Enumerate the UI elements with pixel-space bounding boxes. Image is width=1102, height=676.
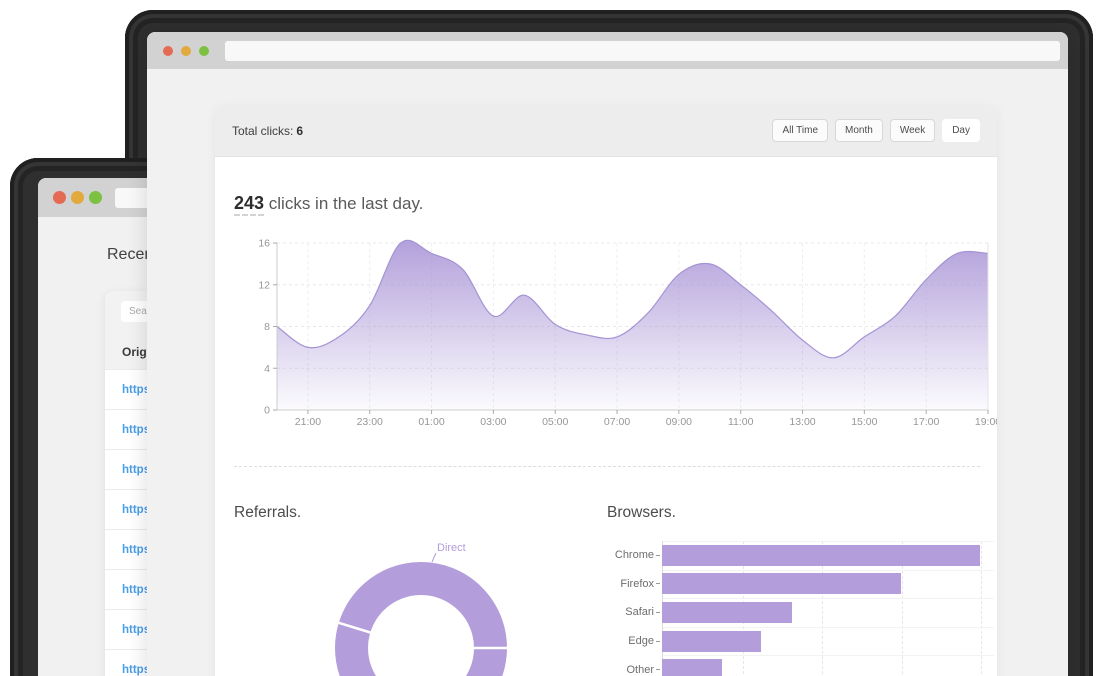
y-tick-label: 4: [264, 363, 270, 375]
traffic-light-zoom-icon[interactable]: [199, 46, 209, 56]
filter-button-day[interactable]: Day: [942, 119, 980, 142]
clicks-count: 243: [234, 193, 264, 216]
bar-label: Edge: [607, 635, 654, 647]
analytics-panel: Total clicks:6 All Time Month Week Day 243 …: [215, 105, 997, 676]
traffic-lights: [53, 191, 102, 204]
area-fill: [277, 240, 988, 410]
donut-ring: [352, 579, 491, 676]
x-tick-label: 01:00: [418, 416, 444, 428]
x-tick-label: 09:00: [666, 416, 692, 428]
bar-track: [662, 659, 993, 676]
bar-track: [662, 631, 993, 652]
x-tick-label: 23:00: [357, 416, 383, 428]
x-tick-label: 03:00: [480, 416, 506, 428]
traffic-light-zoom-icon[interactable]: [89, 191, 102, 204]
traffic-light-close-icon[interactable]: [163, 46, 173, 56]
clicks-headline: 243 clicks in the last day.: [234, 193, 423, 214]
main-window-body: Total clicks:6 All Time Month Week Day 243 …: [147, 32, 1068, 676]
traffic-light-close-icon[interactable]: [53, 191, 66, 204]
x-tick-label: 07:00: [604, 416, 630, 428]
address-bar[interactable]: [225, 41, 1060, 61]
bar-label: Safari: [607, 606, 654, 618]
panel-header: Total clicks:6 All Time Month Week Day: [215, 105, 997, 157]
x-tick-label: 15:00: [851, 416, 877, 428]
filter-group: All Time Month Week Day: [772, 119, 980, 142]
browsers-bar-chart: Chrome Firefox Safari Edge Other: [607, 541, 993, 676]
axis-tick: [656, 555, 660, 556]
bar-fill: [662, 631, 761, 652]
axis-tick: [656, 669, 660, 670]
bar-fill: [662, 573, 901, 594]
x-tick-label: 05:00: [542, 416, 568, 428]
x-tick-label: 19:00: [975, 416, 997, 428]
y-tick-label: 12: [258, 279, 270, 291]
referrals-donut-chart: Direct: [271, 530, 571, 676]
axis-tick: [656, 612, 660, 613]
browser-toolbar: [147, 32, 1068, 69]
traffic-light-minimize-icon[interactable]: [71, 191, 84, 204]
total-clicks-value: 6: [296, 124, 303, 138]
bar-row-other: Other: [607, 655, 993, 676]
axis-tick: [656, 641, 660, 642]
axis-tick: [656, 583, 660, 584]
y-tick-label: 8: [264, 321, 270, 333]
traffic-lights: [163, 46, 209, 56]
bar-row-firefox: Firefox: [607, 570, 993, 599]
filter-button-week[interactable]: Week: [890, 119, 935, 142]
bar-fill: [662, 659, 722, 676]
total-clicks-label: Total clicks:: [232, 124, 293, 138]
filter-button-month[interactable]: Month: [835, 119, 883, 142]
bar-row-chrome: Chrome: [607, 541, 993, 570]
traffic-light-minimize-icon[interactable]: [181, 46, 191, 56]
donut-slice-label: Direct: [437, 542, 466, 554]
bar-track: [662, 573, 993, 594]
bar-fill: [662, 545, 980, 566]
y-tick-label: 0: [264, 405, 270, 417]
clicks-headline-text: clicks in the last day.: [264, 194, 423, 213]
bar-row-safari: Safari: [607, 598, 993, 627]
bar-label: Chrome: [607, 549, 654, 561]
x-tick-label: 21:00: [295, 416, 321, 428]
browsers-heading: Browsers.: [607, 504, 676, 522]
section-divider: [234, 466, 980, 467]
label-leader-line: [432, 553, 436, 562]
bar-track: [662, 545, 993, 566]
bar-fill: [662, 602, 792, 623]
x-tick-label: 11:00: [728, 416, 754, 428]
bar-row-edge: Edge: [607, 627, 993, 656]
y-tick-label: 16: [258, 238, 270, 250]
filter-button-all-time[interactable]: All Time: [772, 119, 828, 142]
page-background: Recent Original https://https://https://…: [0, 0, 1102, 676]
referrals-heading: Referrals.: [234, 504, 301, 522]
bar-track: [662, 602, 993, 623]
x-tick-label: 17:00: [913, 416, 939, 428]
bar-label: Firefox: [607, 578, 654, 590]
x-tick-label: 13:00: [789, 416, 815, 428]
clicks-area-chart: 0 4 8 12 16 21:00 23:00 01:00 03:00 05:00 07:00 09:…: [215, 233, 997, 439]
total-clicks: Total clicks:6: [232, 124, 303, 138]
bar-label: Other: [607, 664, 654, 676]
